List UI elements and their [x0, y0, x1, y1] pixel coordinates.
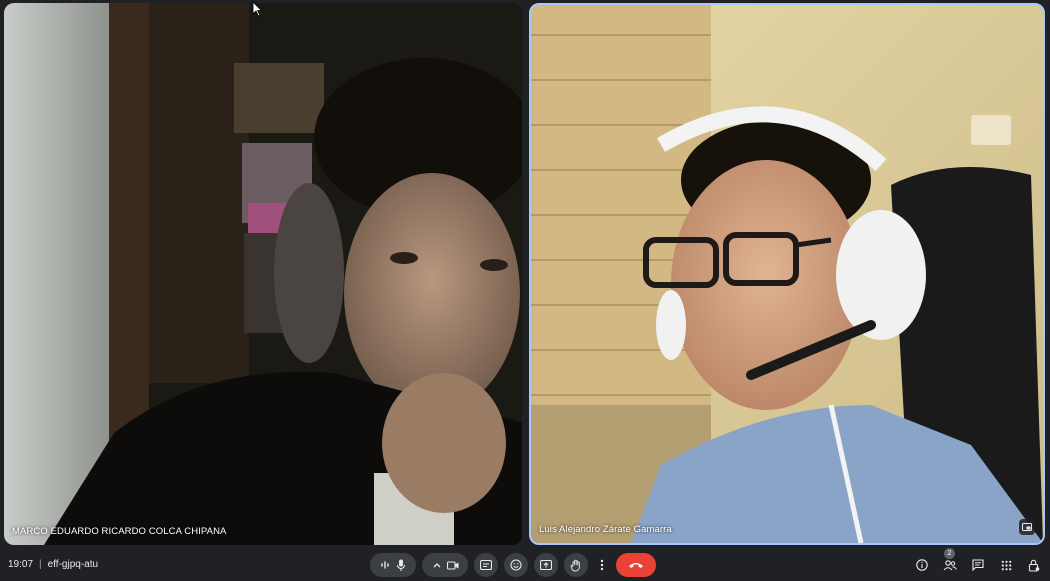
phone-hangup-icon: [628, 561, 644, 569]
picture-in-picture-icon: [1022, 522, 1032, 532]
emoji-icon: [510, 559, 522, 571]
leave-call-button[interactable]: [616, 553, 656, 577]
meeting-info: 19:07 | eff-gjpq-atu: [8, 559, 98, 570]
people-button[interactable]: 2: [940, 548, 960, 577]
meeting-time: 19:07: [8, 559, 34, 570]
mouse-cursor-icon: [252, 1, 263, 17]
info-icon: [916, 559, 928, 571]
participant-name-1: MARCO EDUARDO RICARDO COLCA CHIPANA: [12, 526, 227, 537]
lock-person-icon: [1028, 559, 1040, 572]
chevron-up-icon: [433, 562, 441, 568]
host-controls-button[interactable]: [1024, 553, 1044, 577]
audio-levels-icon: [380, 560, 390, 570]
captions-button[interactable]: [474, 553, 498, 577]
people-icon: [943, 559, 957, 571]
side-panel-tools: 2: [912, 548, 1044, 577]
activities-button[interactable]: [996, 553, 1016, 577]
tile-options-button[interactable]: [1019, 519, 1035, 535]
present-screen-button[interactable]: [534, 553, 558, 577]
hand-icon: [570, 559, 582, 572]
video-control-group: [422, 553, 468, 577]
camera-button[interactable]: [445, 553, 461, 577]
meeting-code: eff-gjpq-atu: [47, 559, 99, 570]
microphone-icon: [396, 559, 406, 572]
meeting-details-button[interactable]: [912, 553, 932, 577]
chat-button[interactable]: [968, 553, 988, 577]
participant-tile-1[interactable]: MARCO EDUARDO RICARDO COLCA CHIPANA: [4, 3, 522, 545]
call-controls: [370, 553, 656, 577]
captions-icon: [480, 560, 492, 570]
reactions-button[interactable]: [504, 553, 528, 577]
participant-tile-2[interactable]: Luis Alejandro Zárate Gamarra: [529, 3, 1045, 545]
audio-settings-button[interactable]: [377, 553, 393, 577]
more-vertical-icon: [600, 559, 604, 571]
chat-icon: [972, 559, 984, 571]
meeting-info-separator: |: [39, 559, 42, 570]
video-grid: MARCO EDUARDO RICARDO COLCA CHIPANA Luis…: [0, 0, 1050, 548]
meeting-control-bar: 19:07 | eff-gjpq-atu 2: [0, 548, 1050, 581]
participant-name-2: Luis Alejandro Zárate Gamarra: [539, 524, 672, 535]
more-options-button[interactable]: [594, 553, 610, 577]
participant-video-2: [531, 5, 1043, 543]
audio-control-group: [370, 553, 416, 577]
participant-video-1: [4, 3, 522, 545]
microphone-button[interactable]: [393, 553, 409, 577]
people-count-badge: 2: [944, 548, 955, 559]
apps-grid-icon: [1001, 560, 1012, 571]
present-icon: [540, 560, 552, 570]
camera-icon: [447, 560, 459, 570]
video-options-button[interactable]: [429, 553, 445, 577]
raise-hand-button[interactable]: [564, 553, 588, 577]
